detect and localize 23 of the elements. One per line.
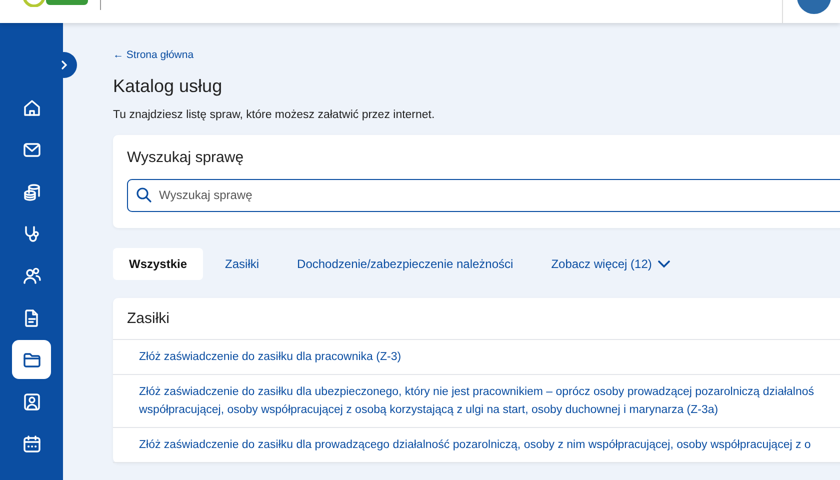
show-more-button[interactable]: Zobacz więcej (12) bbox=[535, 248, 686, 280]
page-title: Katalog usług bbox=[113, 76, 224, 98]
service-link[interactable]: Złóż zaświadczenie do zasiłku dla ubezpieczonego, który nie jest pracownikiem – oprócz osoby prowadzącej pozarolniczą działalnoś bbox=[139, 382, 840, 401]
category-tab[interactable]: Dochodzenie/zabezpieczenie należności bbox=[281, 248, 530, 280]
service-link[interactable]: Złóż zaświadczenie do zasiłku dla prowadzącego działalność pozarolniczą, osoby z nim współpracującej, osoby współpracującej z o bbox=[139, 436, 840, 454]
sidebar-item[interactable] bbox=[12, 340, 51, 379]
category-tab[interactable]: Wszystkie bbox=[113, 248, 204, 280]
coins-icon bbox=[22, 182, 42, 202]
search-title: Wyszukaj sprawę bbox=[126, 148, 245, 168]
page-description: Tu znajdziesz listę spraw, które możesz załatwić przez internet. bbox=[113, 108, 436, 124]
home-icon bbox=[22, 98, 42, 118]
contact-card-icon bbox=[22, 392, 42, 412]
service-link[interactable]: Złóż zaświadczenie do zasiłku dla pracownika (Z-3) bbox=[139, 348, 840, 366]
calendar-icon bbox=[22, 434, 42, 454]
search-field[interactable]: Wyszukaj sprawę bbox=[127, 178, 840, 212]
people-icon bbox=[22, 266, 42, 286]
section-title: Zasiłki bbox=[113, 298, 840, 340]
back-link[interactable]: ← Strona główna bbox=[113, 48, 194, 64]
search-icon bbox=[136, 186, 152, 203]
service-link[interactable]: współpracującej, osoby współpracującej z osobą korzystającą z ulgi na start, osoby duchownej i marynarza (Z-3a) bbox=[139, 400, 840, 419]
category-tab[interactable]: Zasiłki bbox=[209, 248, 276, 280]
chevron-down-icon bbox=[658, 260, 670, 268]
chevron-right-icon bbox=[59, 60, 69, 70]
